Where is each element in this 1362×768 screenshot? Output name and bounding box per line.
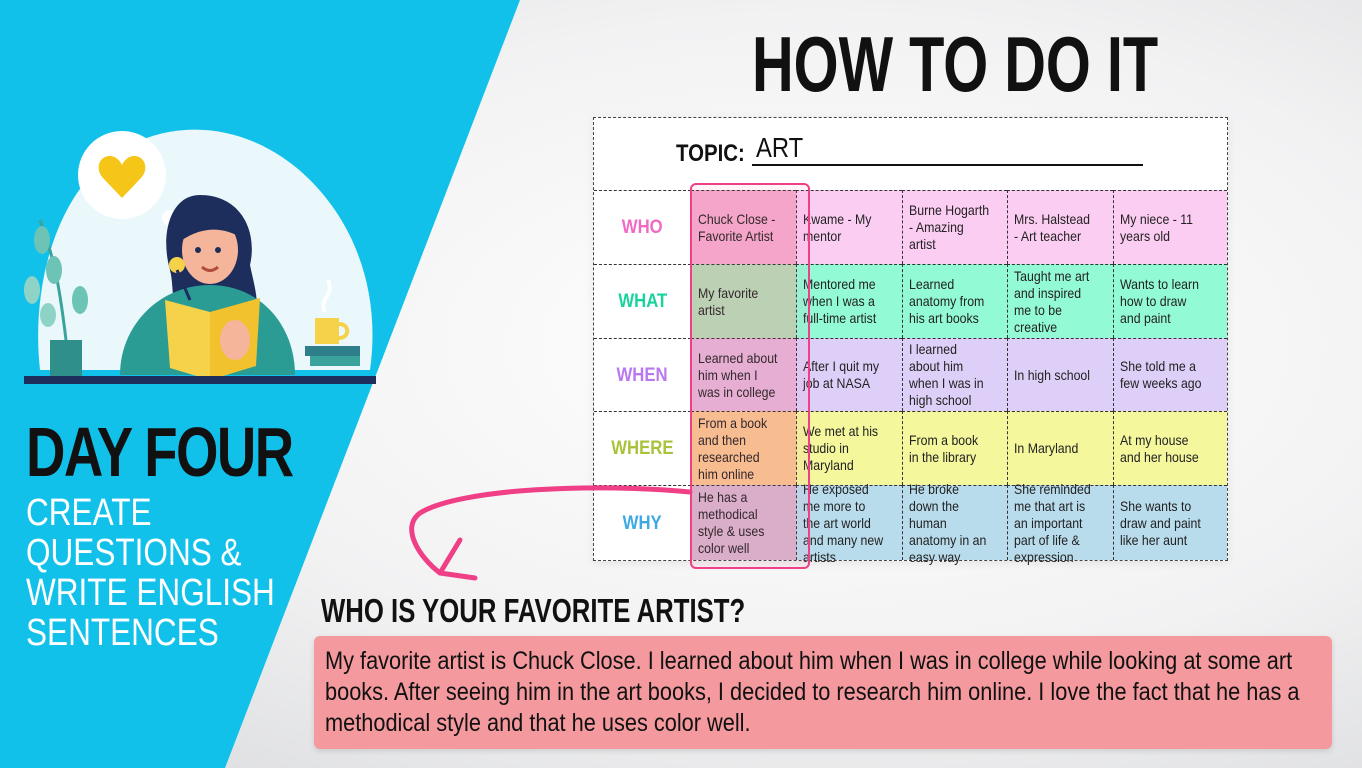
cell-text: Learned about him when I was in college [698, 349, 778, 400]
cell-text: He exposed me more to the art world and … [803, 480, 884, 565]
chart-cell: My favorite artist [691, 264, 796, 338]
cell-text: Wants to learn how to draw and paint [1120, 276, 1199, 326]
row-label-text: WHAT [618, 291, 667, 312]
cell-text: She wants to draw and paint like her aun… [1120, 497, 1201, 548]
cell-text: Mentored me when I was a full-time artis… [803, 276, 877, 326]
cell-text: Learned anatomy from his art books [909, 276, 985, 326]
cell-text: From a book and then researched him onli… [698, 414, 768, 482]
chart-cell: Kwame - My mentor [796, 190, 902, 264]
row-label-who: WHO [594, 190, 691, 264]
chart-cell: Chuck Close - Favorite Artist [691, 190, 796, 264]
chart-cell: At my house and her house [1113, 411, 1227, 485]
row-label-text: WHEN [616, 364, 669, 386]
cell-text: In high school [1014, 366, 1091, 383]
chart-cell: From a book and then researched him onli… [691, 411, 796, 485]
cell-text: In Maryland [1014, 440, 1079, 456]
books-icon [305, 346, 360, 366]
subtitle-line: QUESTIONS & [26, 532, 242, 574]
day-subtitle: CREATE QUESTIONS & WRITE ENGLISH SENTENC… [26, 493, 308, 653]
chart-cell: Learned about him when I was in college [691, 338, 796, 411]
row-label-what: WHAT [594, 264, 691, 338]
cell-text: Burne Hogarth - Amazing artist [909, 202, 990, 252]
chart-cell: Wants to learn how to draw and paint [1113, 264, 1227, 338]
chart-cell: Taught me art and inspired me to be crea… [1007, 264, 1113, 338]
chart-cell: He has a methodical style & uses color w… [691, 485, 796, 560]
cell-text: He has a methodical style & uses color w… [698, 489, 765, 556]
row-label-where: WHERE [594, 411, 691, 485]
curved-arrow-icon [409, 485, 693, 581]
cell-text: He broke down the human anatomy in an ea… [909, 480, 987, 565]
answer-box: My favorite artist is Chuck Close. I lea… [314, 636, 1332, 749]
subtitle-line: CREATE [26, 492, 152, 534]
cell-text: At my house and her house [1120, 431, 1199, 465]
chart-cell: Burne Hogarth - Amazing artist [902, 190, 1007, 264]
chart-cell: We met at his studio in Maryland [796, 411, 902, 485]
question-heading: WHO IS YOUR FAVORITE ARTIST? [321, 592, 746, 629]
chart-cell: My niece - 11 years old [1113, 190, 1227, 264]
cell-text: Taught me art and inspired me to be crea… [1014, 267, 1090, 335]
chart-cell: I learned about him when I was in high s… [902, 338, 1007, 411]
chart-cell: In Maryland [1007, 411, 1113, 485]
row-label-when: WHEN [594, 338, 691, 411]
chart-cell: In high school [1007, 338, 1113, 411]
cell-text: She reminded me that art is an important… [1014, 480, 1091, 565]
chart-cell: She reminded me that art is an important… [1007, 481, 1113, 565]
subtitle-line: SENTENCES [26, 612, 219, 654]
cell-text: After I quit my job at NASA [803, 358, 879, 391]
main-title: HOW TO DO IT [752, 20, 1159, 108]
chart-cell: Learned anatomy from his art books [902, 264, 1007, 338]
chart-cell: He exposed me more to the art world and … [796, 481, 902, 565]
chart-cell: After I quit my job at NASA [796, 338, 902, 411]
cell-text: We met at his studio in Maryland [803, 423, 879, 473]
cell-text: From a book in the library [909, 431, 979, 465]
day-title: DAY FOUR [26, 413, 294, 491]
row-label-text: WHO [622, 217, 663, 238]
cell-text: I learned about him when I was in high s… [909, 341, 984, 408]
cell-text: My niece - 11 years old [1120, 210, 1194, 244]
topic-value: ART [756, 132, 804, 163]
cell-text: She told me a few weeks ago [1120, 358, 1202, 391]
row-label-text: WHERE [611, 438, 674, 459]
chart-cell: She wants to draw and paint like her aun… [1113, 485, 1227, 560]
woman-reading-illustration [24, 129, 376, 384]
cell-text: Kwame - My mentor [803, 210, 872, 244]
chart-cell: She told me a few weeks ago [1113, 338, 1227, 411]
chart-cell: Mentored me when I was a full-time artis… [796, 264, 902, 338]
cell-text: Mrs. Halstead - Art teacher [1014, 210, 1090, 244]
subtitle-line: WRITE ENGLISH [26, 572, 275, 614]
cell-text: My favorite artist [698, 284, 759, 318]
cell-text: Chuck Close - Favorite Artist [698, 210, 776, 244]
chart-cell: From a book in the library [902, 411, 1007, 485]
chart-cell: He broke down the human anatomy in an ea… [902, 481, 1007, 565]
topic-row: TOPIC: ART [594, 118, 1227, 190]
topic-underline [752, 164, 1143, 166]
answer-text: My favorite artist is Chuck Close. I lea… [325, 647, 1300, 737]
topic-label: TOPIC: [676, 140, 745, 167]
chart-cell: Mrs. Halstead - Art teacher [1007, 190, 1113, 264]
